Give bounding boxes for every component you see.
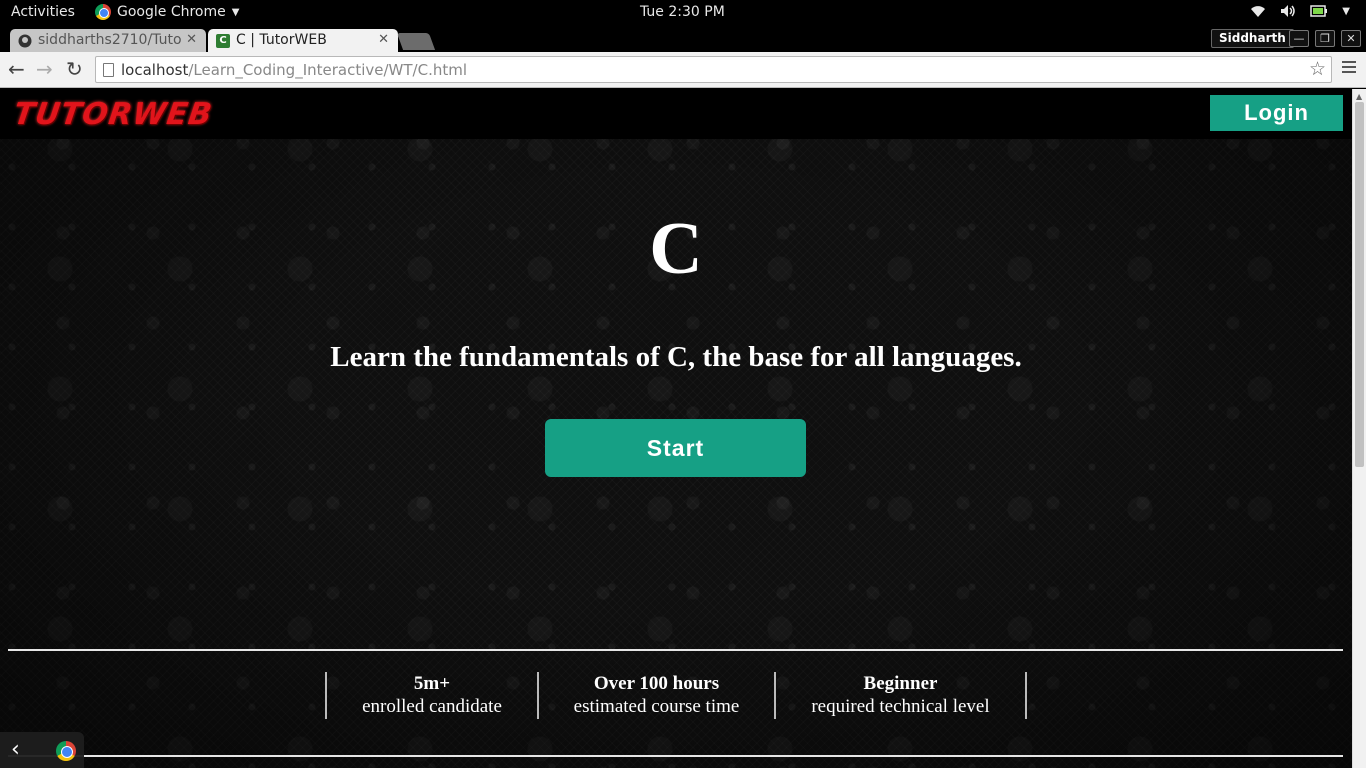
- github-icon: [18, 34, 32, 48]
- divider-top: [8, 649, 1343, 651]
- back-chevron-icon[interactable]: ‹: [11, 737, 20, 762]
- tab-c-tutorweb[interactable]: C C | TutorWEB ✕: [208, 29, 398, 52]
- restore-button[interactable]: ❐: [1315, 30, 1335, 47]
- url-host: localhost: [121, 61, 189, 79]
- wifi-icon: [1251, 6, 1266, 17]
- hero-title: C: [649, 208, 703, 290]
- stat-enrolled: 5m+ enrolled candidate: [325, 672, 537, 719]
- bookmark-star-icon[interactable]: ☆: [1309, 58, 1326, 80]
- activities-button[interactable]: Activities: [11, 4, 75, 20]
- stat-value: Over 100 hours: [593, 673, 720, 694]
- reload-icon[interactable]: ↻: [66, 59, 83, 79]
- minimize-button[interactable]: —: [1289, 30, 1309, 47]
- status-area[interactable]: ▼: [1250, 4, 1350, 18]
- scroll-up-icon[interactable]: ▲: [1356, 92, 1362, 101]
- site-header: TUTORWEB Login: [0, 89, 1352, 139]
- new-tab-button[interactable]: [396, 33, 436, 50]
- start-button[interactable]: Start: [545, 419, 806, 477]
- stat-label: estimated course time: [573, 696, 740, 717]
- browser-toolbar: ← → ↻ localhost/Learn_Coding_Interactive…: [0, 52, 1366, 88]
- chevron-down-icon: ▼: [231, 6, 240, 18]
- stat-course-time: Over 100 hours estimated course time: [537, 672, 774, 719]
- close-icon[interactable]: ✕: [378, 32, 389, 47]
- chrome-icon[interactable]: [56, 741, 76, 761]
- stat-technical-level: Beginner required technical level: [774, 672, 1027, 719]
- close-icon[interactable]: ✕: [186, 32, 197, 47]
- site-logo[interactable]: TUTORWEB: [12, 97, 215, 132]
- page-viewport: TUTORWEB Login C Learn the fundamentals …: [0, 89, 1352, 768]
- scrollbar-thumb[interactable]: [1355, 102, 1364, 467]
- tab-label: C | TutorWEB: [236, 32, 327, 48]
- stat-label: required technical level: [811, 696, 990, 717]
- dash-overlay: ‹: [0, 732, 84, 768]
- chrome-icon: [95, 4, 111, 20]
- clock[interactable]: Tue 2:30 PM: [640, 4, 725, 20]
- tab-strip: siddharths2710/Tuto ✕ C C | TutorWEB ✕ S…: [0, 26, 1366, 52]
- page-scrollbar[interactable]: ▲: [1352, 89, 1366, 768]
- app-menu[interactable]: Google Chrome ▼: [95, 4, 239, 20]
- page-icon: [103, 63, 114, 77]
- login-button[interactable]: Login: [1210, 95, 1343, 131]
- tab-label: siddharths2710/Tuto: [38, 32, 182, 48]
- close-window-button[interactable]: ✕: [1341, 30, 1361, 47]
- course-stats: 5m+ enrolled candidate Over 100 hours es…: [325, 672, 1027, 719]
- divider-bottom: [8, 755, 1343, 757]
- forward-arrow-icon[interactable]: →: [36, 59, 53, 79]
- menu-icon[interactable]: [1342, 61, 1356, 76]
- volume-icon: [1281, 5, 1296, 17]
- stat-label: enrolled candidate: [362, 696, 502, 717]
- tab-github[interactable]: siddharths2710/Tuto ✕: [10, 29, 206, 52]
- profile-button[interactable]: Siddharth: [1211, 29, 1294, 48]
- c-favicon-icon: C: [216, 34, 230, 48]
- system-top-bar: Activities Google Chrome ▼ Tue 2:30 PM ▼: [0, 0, 1366, 26]
- url-path: /Learn_Coding_Interactive/WT/C.html: [188, 61, 468, 79]
- chevron-down-icon: ▼: [1342, 5, 1350, 17]
- stat-value: 5m+: [413, 673, 451, 694]
- address-bar[interactable]: localhost/Learn_Coding_Interactive/WT/C.…: [95, 56, 1332, 83]
- hero-subtitle: Learn the fundamentals of C, the base fo…: [330, 341, 1022, 373]
- app-name: Google Chrome: [117, 4, 226, 20]
- stat-value: Beginner: [863, 673, 938, 694]
- battery-icon: [1310, 5, 1328, 17]
- back-arrow-icon[interactable]: ←: [8, 59, 25, 79]
